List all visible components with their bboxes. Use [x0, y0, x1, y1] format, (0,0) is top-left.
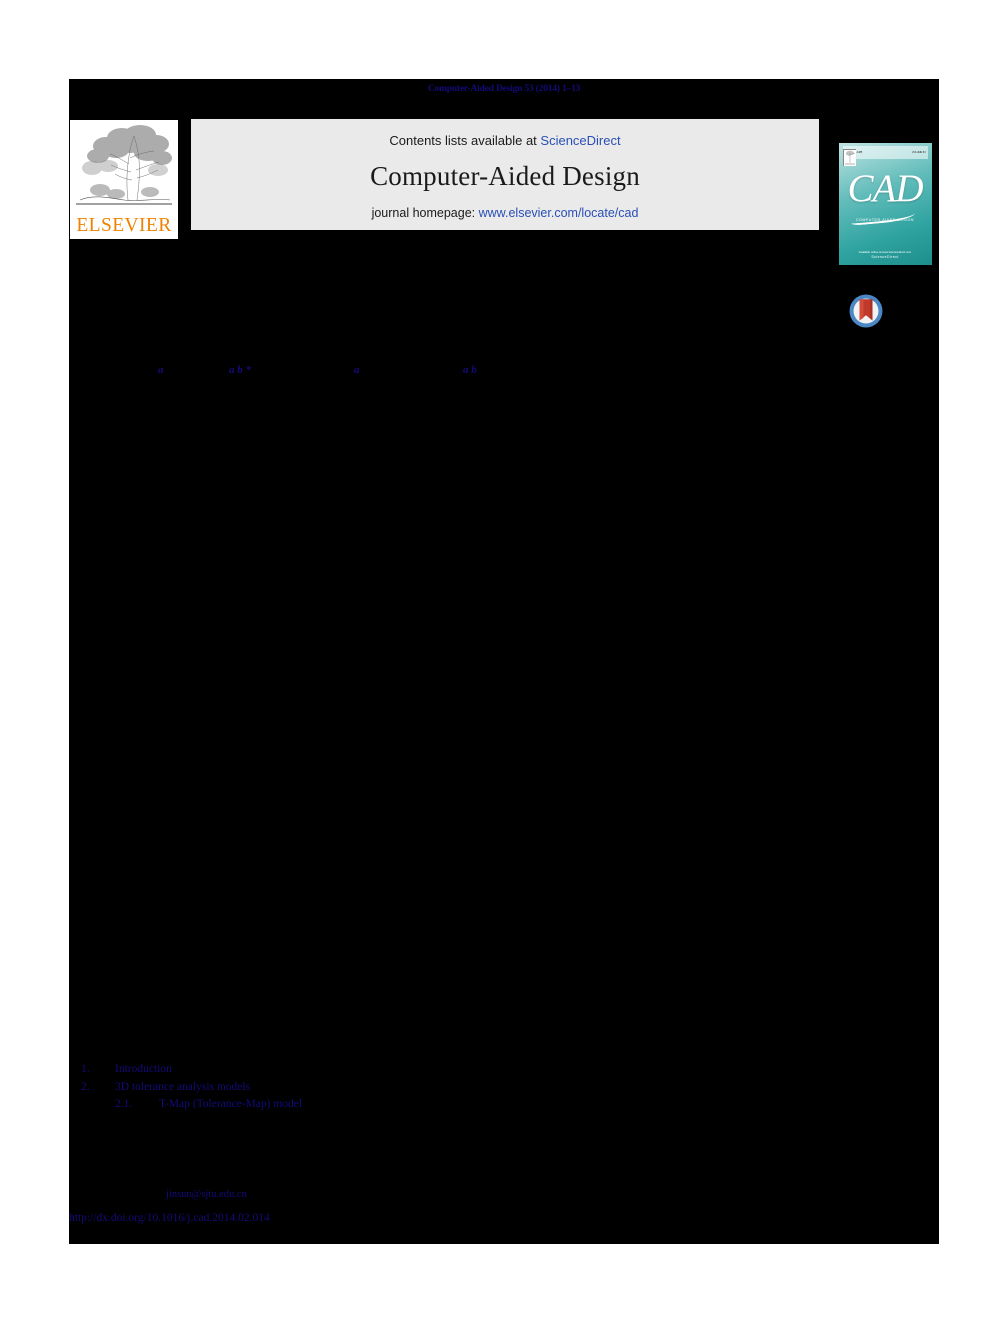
journal-cover-thumbnail: ISSN 0010-4485 VOLUME 53	[831, 139, 939, 268]
journal-title: Computer-Aided Design	[370, 161, 640, 191]
cover-subtitle: COMPUTER-AIDED DESIGN	[855, 217, 915, 222]
cover-footer: Available online at www.sciencedirect.co…	[839, 250, 932, 259]
crossmark-badge-icon[interactable]	[845, 290, 887, 332]
cover-elsevier-mark-icon	[842, 148, 856, 166]
article-page-sheet: Computer-Aided Design 53 (2014) 1–13 ELS…	[69, 79, 939, 1244]
running-head: Computer-Aided Design 53 (2014) 1–13	[427, 84, 581, 94]
elsevier-tree-icon	[70, 120, 178, 212]
journal-homepage-line: journal homepage: www.elsevier.com/locat…	[191, 206, 819, 220]
contents-item-number: 2.1.	[115, 1098, 133, 1110]
contents-lists-label: Contents lists available at	[389, 133, 541, 148]
cover-swoosh-decoration	[850, 207, 915, 226]
journal-masthead: ELSEVIER Contents lists available at Sci…	[69, 110, 939, 268]
author-marker-2: a b *	[229, 364, 251, 376]
journal-homepage-label: journal homepage:	[371, 206, 479, 220]
contents-item-label: T-Map (Tolerance-Map) model	[159, 1098, 303, 1110]
contents-item-number: 2.	[81, 1080, 90, 1093]
cover-cad-title: CAD	[847, 166, 924, 210]
contents-item-introduction[interactable]: 1. Introduction	[81, 1061, 581, 1079]
cover-footer-line-1: Available online at www.sciencedirect.co…	[858, 249, 912, 254]
elsevier-logo: ELSEVIER	[70, 120, 178, 239]
elsevier-wordmark: ELSEVIER	[76, 214, 172, 236]
author-marker-3: a	[354, 364, 360, 376]
journal-header-band: Contents lists available at ScienceDirec…	[191, 119, 819, 230]
author-marker-1: a	[158, 364, 164, 376]
corresponding-author-email-link[interactable]: jinsun@sjtu.edu.cn	[166, 1189, 247, 1200]
doi-link[interactable]: http://dx.doi.org/10.1016/j.cad.2014.02.…	[69, 1212, 270, 1224]
contents-item-number: 1.	[81, 1063, 90, 1075]
contents-item-t-map-model[interactable]: 2.1. T-Map (Tolerance-Map) model	[81, 1096, 581, 1114]
journal-homepage-link[interactable]: www.elsevier.com/locate/cad	[479, 206, 639, 220]
contents-item-label: 3D tolerance analysis models	[115, 1080, 251, 1093]
author-marker-4: a b	[463, 364, 477, 376]
contents-item-3d-tolerance-analysis-models[interactable]: 2. 3D tolerance analysis models	[81, 1079, 581, 1097]
journal-cover-artwork: ISSN 0010-4485 VOLUME 53	[838, 142, 932, 265]
cover-volume-note: VOLUME 53	[911, 150, 926, 154]
sciencedirect-link[interactable]: ScienceDirect	[540, 133, 620, 148]
contents-lists-line: Contents lists available at ScienceDirec…	[191, 133, 819, 148]
cover-footer-line-2: ScienceDirect	[871, 254, 899, 259]
article-contents-list: 1. Introduction 2. 3D tolerance analysis m…	[81, 1061, 581, 1114]
contents-item-label: Introduction	[115, 1063, 172, 1075]
